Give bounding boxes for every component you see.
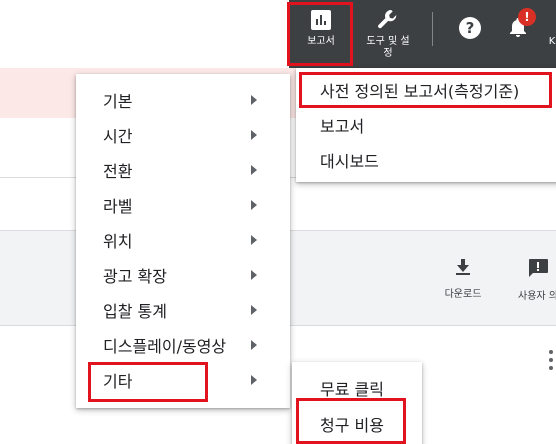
menu-item-label: 사전 정의된 보고서(측정기준) [320, 81, 520, 101]
menu-item-location[interactable]: 위치 [76, 222, 290, 257]
menu-item-label: 디스플레이/동영상 [103, 336, 227, 356]
chevron-right-icon [251, 270, 257, 280]
menu-item-billed-cost[interactable]: 청구 비용 [292, 406, 422, 442]
menu-item-label: 전환 [103, 161, 133, 181]
other-menu: 무료 클릭 청구 비용 [292, 362, 422, 444]
bar-chart-icon [309, 8, 333, 32]
menu-item-display-video[interactable]: 디스플레이/동영상 [76, 327, 290, 362]
menu-item-labels[interactable]: 라벨 [76, 187, 290, 222]
menu-item-label: 보고서 [320, 116, 365, 136]
chevron-right-icon [251, 130, 257, 140]
reports-label: 보고서 [307, 36, 335, 47]
chevron-right-icon [251, 200, 257, 210]
chevron-right-icon [251, 235, 257, 245]
chevron-right-icon [251, 340, 257, 350]
menu-item-label: 기본 [103, 91, 133, 111]
help-glyph: ? [459, 17, 481, 39]
chevron-right-icon [251, 165, 257, 175]
menu-item-reports[interactable]: 보고서 [296, 107, 556, 142]
notification-badge: ! [518, 8, 536, 26]
more-options-icon[interactable] [547, 350, 555, 370]
reports-button[interactable]: 보고서 [293, 0, 349, 68]
user-feedback-label: 사용자 의 [518, 291, 556, 302]
download-icon [455, 258, 471, 279]
menu-item-label: 무료 클릭 [320, 380, 384, 399]
search-area[interactable] [0, 0, 289, 68]
topbar-divider [432, 12, 433, 46]
download-label: 다운로드 [444, 289, 482, 300]
menu-item-label: 라벨 [103, 196, 133, 216]
menu-item-time[interactable]: 시간 [76, 117, 290, 152]
chevron-right-icon [251, 95, 257, 105]
menu-item-label: 위치 [103, 231, 133, 251]
tools-label: 도구 및 설정 [366, 36, 410, 59]
menu-item-label: 입찰 통계 [103, 301, 167, 321]
menu-item-label: 시간 [103, 126, 133, 146]
user-feedback-button[interactable]: 사용자 의 [508, 258, 556, 302]
notifications-button[interactable]: ! [500, 0, 536, 68]
chevron-right-icon [251, 375, 257, 385]
menu-item-dashboards[interactable]: 대시보드 [296, 142, 556, 177]
menu-item-ad-extensions[interactable]: 광고 확장 [76, 257, 290, 292]
menu-item-label: 기타 [103, 371, 133, 391]
wrench-icon [376, 8, 400, 32]
menu-item-conversions[interactable]: 전환 [76, 152, 290, 187]
help-icon: ? [458, 16, 482, 40]
menu-item-free-clicks[interactable]: 무료 클릭 [292, 370, 422, 406]
feedback-icon [527, 258, 549, 281]
reports-menu: 사전 정의된 보고서(측정기준) 보고서 대시보드 [296, 68, 556, 182]
account-label: K [548, 36, 556, 47]
menu-item-label: 대시보드 [320, 151, 379, 171]
menu-item-basic[interactable]: 기본 [76, 82, 290, 117]
menu-item-other[interactable]: 기타 [76, 362, 290, 397]
menu-item-auction-insights[interactable]: 입찰 통계 [76, 292, 290, 327]
menu-item-label: 청구 비용 [320, 416, 384, 435]
tools-settings-button[interactable]: 도구 및 설정 [358, 0, 418, 68]
menu-item-predefined-reports[interactable]: 사전 정의된 보고서(측정기준) [296, 72, 556, 107]
chevron-right-icon [251, 305, 257, 315]
help-button[interactable]: ? [452, 0, 488, 68]
menu-item-label: 광고 확장 [103, 266, 167, 286]
download-button[interactable]: 다운로드 [440, 258, 486, 300]
category-menu: 기본 시간 전환 라벨 위치 광고 확장 입찰 통계 디스플레이/동영상 기타 [76, 74, 290, 408]
account-button[interactable]: K [546, 0, 556, 68]
